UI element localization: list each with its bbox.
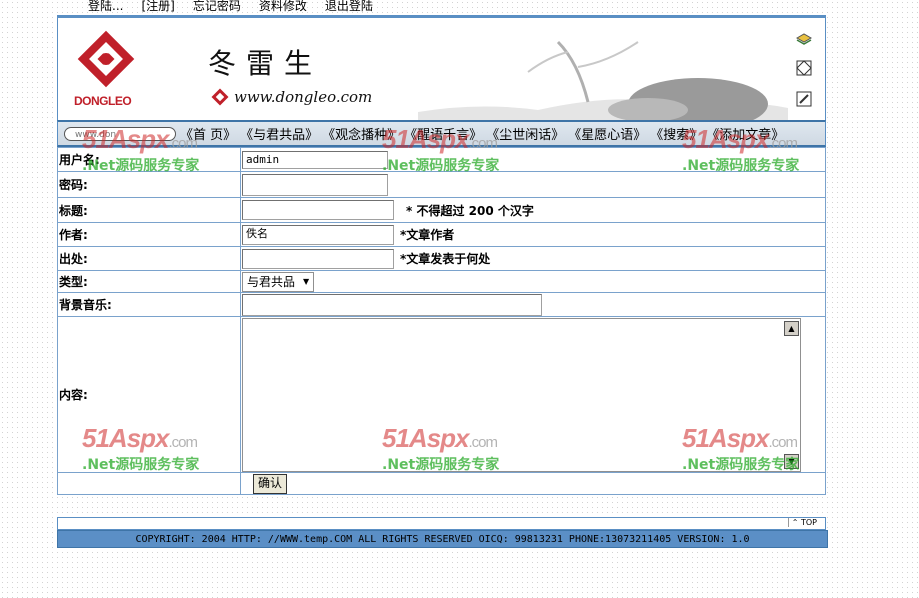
title-label: 标题: <box>57 197 241 223</box>
article-form: 用户名: admin 密码: 标题: * 不得超过 200 个汉字 作者: 佚名… <box>57 147 826 495</box>
top-label: TOP <box>800 518 817 527</box>
nav-home[interactable]: 《首 页》 <box>180 124 236 143</box>
back-to-top-link[interactable]: ⌃ TOP <box>787 518 817 527</box>
type-label: 类型: <box>57 270 241 293</box>
author-label: 作者: <box>57 222 241 247</box>
username-label: 用户名: <box>57 147 241 172</box>
landscape-decoration <box>418 40 788 120</box>
content-label: 内容: <box>57 316 241 473</box>
nav-search[interactable]: 《搜索》 <box>650 124 702 143</box>
site-url-text: www.dongleo.com <box>234 88 373 106</box>
book-icon[interactable] <box>795 28 813 46</box>
forgot-password-link[interactable]: 忘记密码 <box>193 0 241 13</box>
top-links-bar: 登陆... [注册] 忘记密码 资料修改 退出登陆 <box>88 0 373 13</box>
submit-button[interactable]: 确认 <box>253 473 288 494</box>
edit-icon[interactable] <box>795 90 813 108</box>
nav-add-article[interactable]: 《添加文章》 <box>706 124 784 143</box>
submit-row-spacer <box>57 472 241 495</box>
main-navbar: www.don 《首 页》 《与君共品》 《观念播种》 《醒语千言》 《尘世闲话… <box>57 120 826 147</box>
brand-chinese-title: 冬雷生 <box>208 47 323 80</box>
username-field[interactable]: admin <box>242 150 388 169</box>
nav-quotes[interactable]: 《醒语千言》 <box>404 124 482 143</box>
nav-share[interactable]: 《与君共品》 <box>240 124 318 143</box>
brand-latin-text: DONGLEO <box>74 94 132 108</box>
password-label: 密码: <box>57 171 241 198</box>
nav-ideas[interactable]: 《观念播种》 <box>322 124 400 143</box>
scroll-down-icon[interactable]: ▼ <box>784 453 799 469</box>
type-select[interactable]: 与君共品 ▼ <box>242 271 315 292</box>
mini-logo-icon <box>210 88 230 113</box>
source-note: *文章发表于何处 <box>400 252 491 266</box>
music-label: 背景音乐: <box>57 292 241 317</box>
password-field[interactable] <box>242 173 388 196</box>
footer-top-bar: ⌃ TOP <box>57 517 826 530</box>
content-textarea[interactable]: ▲ ▼ <box>242 317 801 472</box>
chevron-down-icon: ▼ <box>303 277 310 286</box>
type-select-value: 与君共品 <box>247 275 296 289</box>
scroll-up-icon[interactable]: ▲ <box>784 320 799 336</box>
title-note: * 不得超过 200 个汉字 <box>406 203 534 218</box>
nav-search-input[interactable]: www.don <box>64 126 176 141</box>
logout-link[interactable]: 退出登陆 <box>325 0 373 13</box>
header-side-icons <box>795 28 813 108</box>
edit-profile-link[interactable]: 资料修改 <box>259 0 307 13</box>
register-link[interactable]: [注册] <box>141 0 174 13</box>
title-field[interactable] <box>242 200 394 220</box>
author-field[interactable]: 佚名 <box>242 224 394 245</box>
music-field[interactable] <box>242 293 542 316</box>
nav-chat[interactable]: 《尘世闲话》 <box>486 124 564 143</box>
site-header: DONGLEO 冬雷生 www.dongleo.com <box>57 15 826 120</box>
map-icon[interactable] <box>795 59 813 77</box>
login-link[interactable]: 登陆... <box>88 0 123 13</box>
arrow-up-icon: ⌃ <box>791 518 799 527</box>
footer-copyright: COPYRIGHT: 2004 HTTP: //WWW.temp.COM ALL… <box>57 530 828 548</box>
source-label: 出处: <box>57 246 241 271</box>
nav-wishes[interactable]: 《星愿心语》 <box>568 124 646 143</box>
author-note: *文章作者 <box>400 228 455 242</box>
source-field[interactable] <box>242 248 394 269</box>
